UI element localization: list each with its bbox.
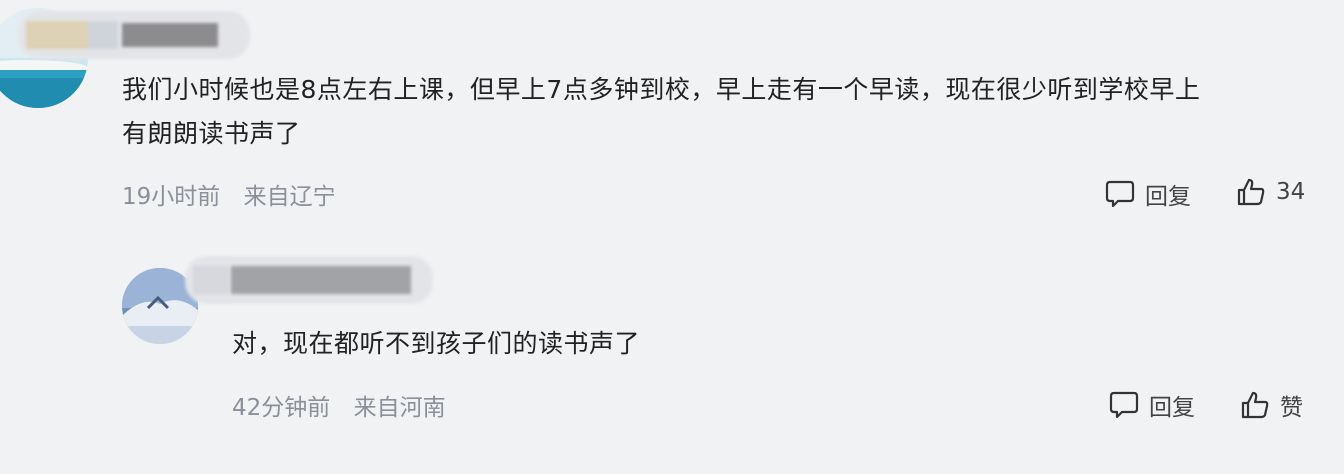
comment-meta: 19小时前 来自辽宁 (122, 177, 336, 211)
reply-button[interactable]: 回复 (1105, 177, 1191, 211)
comment-time: 42分钟前 (232, 395, 331, 421)
reply-button[interactable]: 回复 (1109, 388, 1195, 422)
comment-location: 来自辽宁 (243, 184, 336, 210)
comment-bubble-icon (1105, 180, 1145, 208)
reply-label: 回复 (1145, 184, 1191, 210)
comment-text: 我们小时候也是8点左右上课，但早上7点多钟到校，早上走有一个早读，现在很少听到学… (122, 68, 1322, 156)
comment-text-line: 有朗朗读书声了 (122, 119, 301, 148)
comment-text-line: 对，现在都听不到孩子们的读书声了 (232, 329, 641, 358)
thumbs-up-icon (1236, 177, 1276, 207)
comment-time: 19小时前 (122, 184, 221, 210)
comment-text: 对，现在都听不到孩子们的读书声了 (232, 322, 1232, 366)
reply-label: 回复 (1149, 395, 1195, 421)
like-button[interactable]: 赞 (1240, 388, 1303, 422)
like-button[interactable]: 34 (1236, 177, 1305, 207)
comment-text-line: 我们小时候也是8点左右上课，但早上7点多钟到校，早上走有一个早读，现在很少听到学… (122, 75, 1201, 104)
username-redacted[interactable] (185, 256, 433, 304)
username-redacted[interactable] (18, 11, 250, 59)
comment-location: 来自河南 (353, 395, 446, 421)
like-count: 34 (1276, 179, 1306, 205)
comment-bubble-icon (1109, 391, 1149, 419)
comment-meta: 42分钟前 来自河南 (232, 388, 446, 422)
like-label: 赞 (1280, 395, 1303, 421)
thumbs-up-icon (1240, 390, 1280, 420)
